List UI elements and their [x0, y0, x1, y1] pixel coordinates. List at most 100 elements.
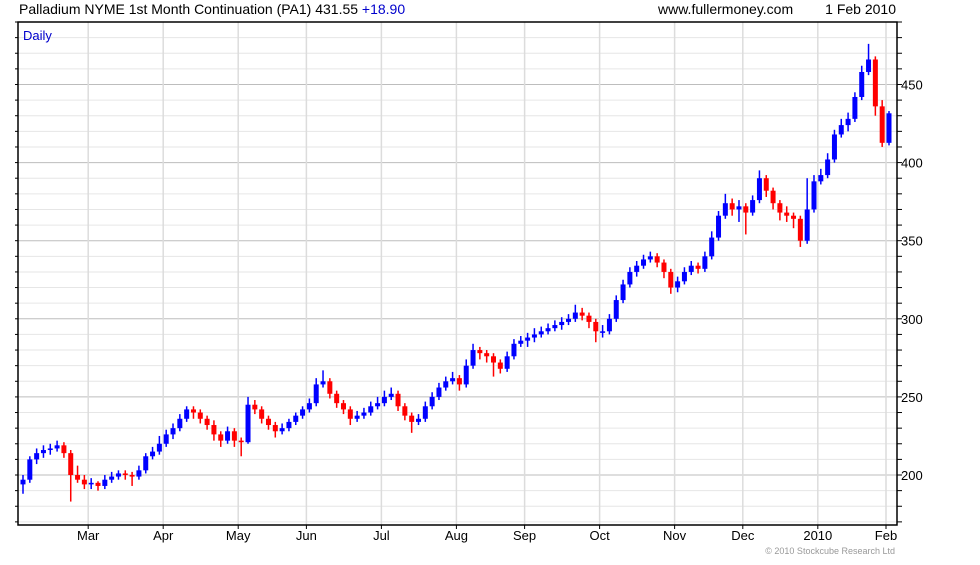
grid: [18, 21, 897, 525]
x-tick-label: Aug: [445, 528, 468, 543]
candle-up: [47, 443, 53, 455]
candle-body: [156, 443, 162, 452]
candle-body: [252, 404, 258, 410]
candle-down: [879, 100, 885, 147]
candle-body: [231, 431, 237, 441]
candle-body: [620, 284, 626, 301]
candle-body: [579, 312, 585, 316]
candle-body: [852, 96, 858, 119]
candle-body: [334, 393, 340, 404]
candle-body: [538, 331, 544, 335]
candle-body: [838, 125, 844, 135]
candle-up: [34, 448, 40, 465]
candle-body: [40, 450, 46, 454]
candle-down: [61, 442, 67, 458]
candle-body: [415, 418, 421, 422]
candle-down: [777, 200, 783, 221]
candle-up: [641, 254, 647, 269]
candle-body: [729, 203, 735, 210]
candle-down: [661, 259, 667, 279]
candle-down: [484, 350, 490, 363]
candle-body: [88, 482, 94, 485]
candle-down: [791, 212, 797, 229]
candle-body: [27, 459, 33, 480]
candle-body: [613, 300, 619, 319]
candle-down: [252, 400, 258, 415]
y-tick-label: 300: [901, 312, 923, 327]
candle-body: [443, 381, 449, 388]
candle-body: [641, 259, 647, 266]
candle-body: [238, 440, 244, 443]
candle-down: [197, 409, 203, 424]
candle-body: [347, 409, 353, 419]
candle-down: [129, 471, 135, 486]
candle-body: [61, 445, 67, 454]
candle-body: [47, 448, 53, 451]
candle-body: [886, 113, 892, 143]
candle-up: [293, 412, 299, 426]
candle-up: [156, 435, 162, 455]
candle-up: [109, 471, 115, 483]
candle-up: [736, 200, 742, 222]
candle-up: [838, 118, 844, 138]
candle-body: [797, 218, 803, 241]
candle-up: [300, 406, 306, 419]
candle-body: [763, 178, 769, 191]
candle-body: [491, 356, 497, 363]
candle-body: [361, 412, 367, 416]
candle-down: [743, 203, 749, 235]
candle-up: [702, 251, 708, 272]
candle-body: [190, 409, 196, 413]
candle-body: [566, 318, 572, 322]
candle-body: [388, 393, 394, 397]
candle-up: [368, 401, 374, 416]
candle-body: [463, 365, 469, 385]
candle-body: [470, 350, 476, 366]
candle-up: [184, 406, 190, 422]
candle-down: [477, 346, 483, 360]
x-tick-label: 2010: [803, 528, 832, 543]
candle-body: [300, 409, 306, 416]
candle-body: [600, 331, 606, 333]
candle-body: [518, 340, 524, 344]
candle-down: [340, 400, 346, 415]
candle-up: [415, 414, 421, 426]
candle-up: [620, 279, 626, 304]
candle-up: [634, 261, 640, 277]
candle-body: [572, 312, 578, 319]
candle-body: [866, 59, 872, 72]
candle-body: [375, 403, 381, 407]
x-tick-label: Feb: [875, 528, 897, 543]
candle-up: [716, 211, 722, 241]
candle-body: [218, 434, 224, 441]
candle-body: [75, 475, 81, 480]
candle-body: [531, 334, 537, 338]
candle-body: [811, 181, 817, 210]
candle-body: [477, 350, 483, 354]
candle-up: [429, 392, 435, 410]
candle-up: [361, 407, 367, 419]
candle-up: [859, 65, 865, 101]
copyright: © 2010 Stockcube Research Ltd: [765, 546, 895, 556]
x-tick-label: Nov: [663, 528, 687, 543]
candle-up: [688, 261, 694, 276]
candle-body: [129, 475, 135, 477]
candle-body: [722, 203, 728, 216]
candle-body: [702, 256, 708, 269]
candle-down: [456, 375, 462, 391]
chart-date: 1 Feb 2010: [825, 1, 896, 17]
x-tick-label: Mar: [77, 528, 100, 543]
candle-body: [791, 215, 797, 219]
price-change: +18.90: [362, 1, 405, 17]
candle-body: [777, 203, 783, 213]
candle-body: [286, 421, 292, 429]
candle-up: [40, 445, 46, 458]
candle-body: [354, 415, 360, 419]
candle-up: [804, 178, 810, 244]
candle-up: [163, 429, 169, 447]
candle-up: [279, 423, 285, 435]
candle-down: [272, 421, 278, 438]
candle-up: [538, 326, 544, 338]
candle-up: [681, 267, 687, 285]
candle-up: [313, 378, 319, 407]
